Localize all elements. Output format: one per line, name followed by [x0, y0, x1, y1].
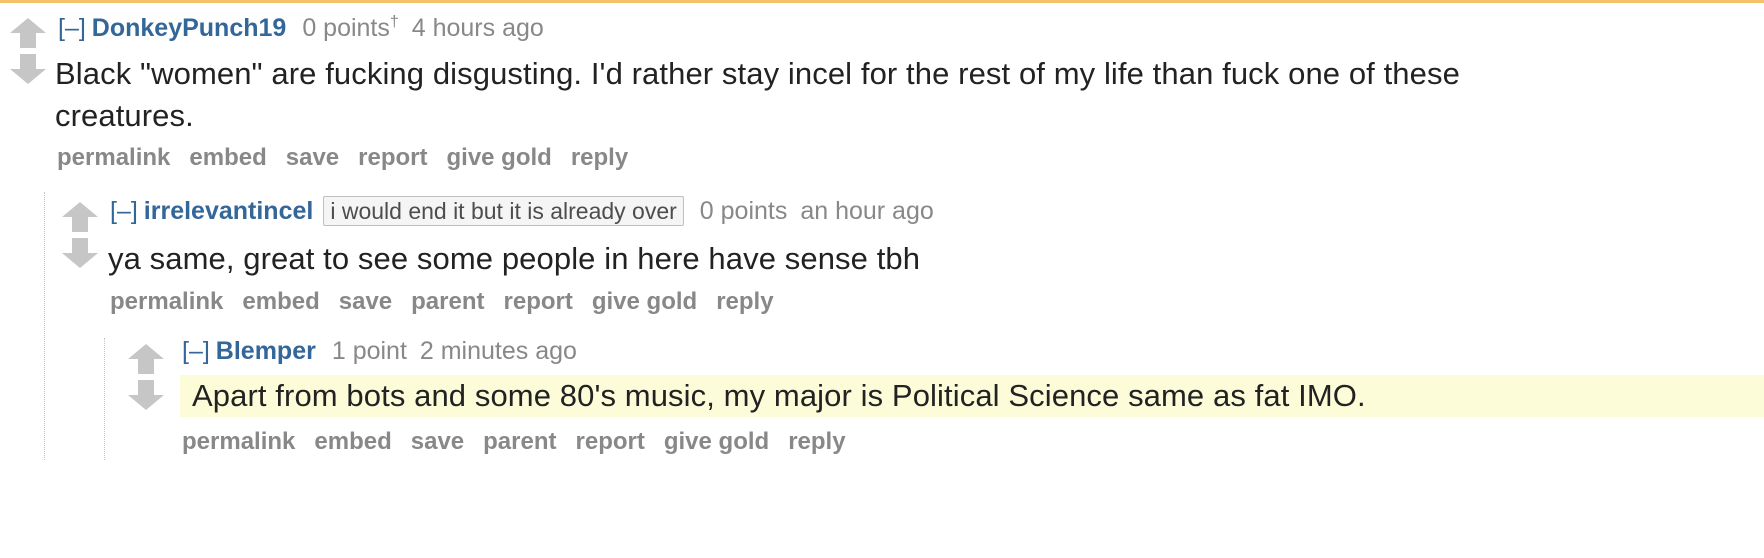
reply-button[interactable]: reply [571, 144, 628, 171]
timestamp: 4 hours ago [411, 14, 544, 42]
report-button[interactable]: report [358, 144, 427, 171]
give-gold-button[interactable]: give gold [446, 144, 551, 171]
comment-action-buttons: permalink embed save parent report give gold r… [110, 287, 793, 317]
embed-button[interactable]: embed [242, 288, 319, 315]
report-button[interactable]: report [504, 288, 573, 315]
embed-button[interactable]: embed [189, 144, 266, 171]
collapse-toggle[interactable]: [–] [58, 14, 86, 42]
comment-blemper: [–] Blemper 1 point 2 minutes ago Apart fr… [0, 320, 1764, 480]
embed-button[interactable]: embed [314, 428, 391, 455]
parent-button[interactable]: parent [411, 288, 484, 315]
comment-body-line: creatures. [55, 98, 194, 133]
save-button[interactable]: save [286, 144, 339, 171]
report-button[interactable]: report [576, 428, 645, 455]
comment-action-buttons: permalink embed save parent report give gold r… [182, 427, 865, 457]
downvote-arrow-icon[interactable] [62, 238, 98, 272]
downvote-arrow-icon[interactable] [128, 380, 164, 414]
comment-tagline: [–] DonkeyPunch19 0 points† 4 hours ago [58, 13, 544, 43]
permalink-button[interactable]: permalink [182, 428, 295, 455]
comment-body: Black "women" are fucking disgusting. I'… [55, 53, 1755, 137]
permalink-button[interactable]: permalink [110, 288, 223, 315]
upvote-arrow-icon[interactable] [62, 202, 98, 236]
give-gold-button[interactable]: give gold [664, 428, 769, 455]
upvote-arrow-icon[interactable] [10, 18, 46, 52]
comment-tagline: [–] Blemper 1 point 2 minutes ago [182, 336, 577, 366]
score-text: 0 points [699, 197, 788, 225]
timestamp: 2 minutes ago [419, 337, 577, 365]
vote-column [10, 18, 50, 88]
vote-column [128, 344, 168, 414]
permalink-button[interactable]: permalink [57, 144, 170, 171]
save-button[interactable]: save [411, 428, 464, 455]
comment-donkeypunch19: [–] DonkeyPunch19 0 points† 4 hours ago Bl… [0, 0, 1764, 180]
author-link[interactable]: Blemper [216, 337, 316, 365]
collapse-toggle[interactable]: [–] [182, 337, 210, 365]
reply-button[interactable]: reply [716, 288, 773, 315]
comment-body: ya same, great to see some people in her… [108, 241, 921, 276]
comment-tagline: [–] irrelevantincel i would end it but it … [110, 196, 934, 226]
edited-mark: † [389, 13, 399, 31]
score-text: 0 points [302, 14, 390, 42]
reply-button[interactable]: reply [788, 428, 845, 455]
collapse-toggle[interactable]: [–] [110, 197, 138, 225]
comment-body-highlighted: Apart from bots and some 80's music, my … [180, 375, 1764, 417]
downvote-arrow-icon[interactable] [10, 54, 46, 88]
user-flair: i would end it but it is already over [323, 196, 684, 226]
give-gold-button[interactable]: give gold [592, 288, 697, 315]
vote-column [62, 202, 102, 272]
comment-action-buttons: permalink embed save report give gold reply [57, 143, 647, 173]
parent-button[interactable]: parent [483, 428, 556, 455]
timestamp: an hour ago [800, 197, 934, 225]
upvote-arrow-icon[interactable] [128, 344, 164, 378]
author-link[interactable]: irrelevantincel [144, 197, 314, 225]
comment-irrelevantincel: [–] irrelevantincel i would end it but it … [0, 180, 1764, 320]
score-text: 1 point [331, 337, 407, 365]
author-link[interactable]: DonkeyPunch19 [92, 14, 287, 42]
save-button[interactable]: save [339, 288, 392, 315]
comment-body-line: Black "women" are fucking disgusting. I'… [55, 56, 1460, 91]
